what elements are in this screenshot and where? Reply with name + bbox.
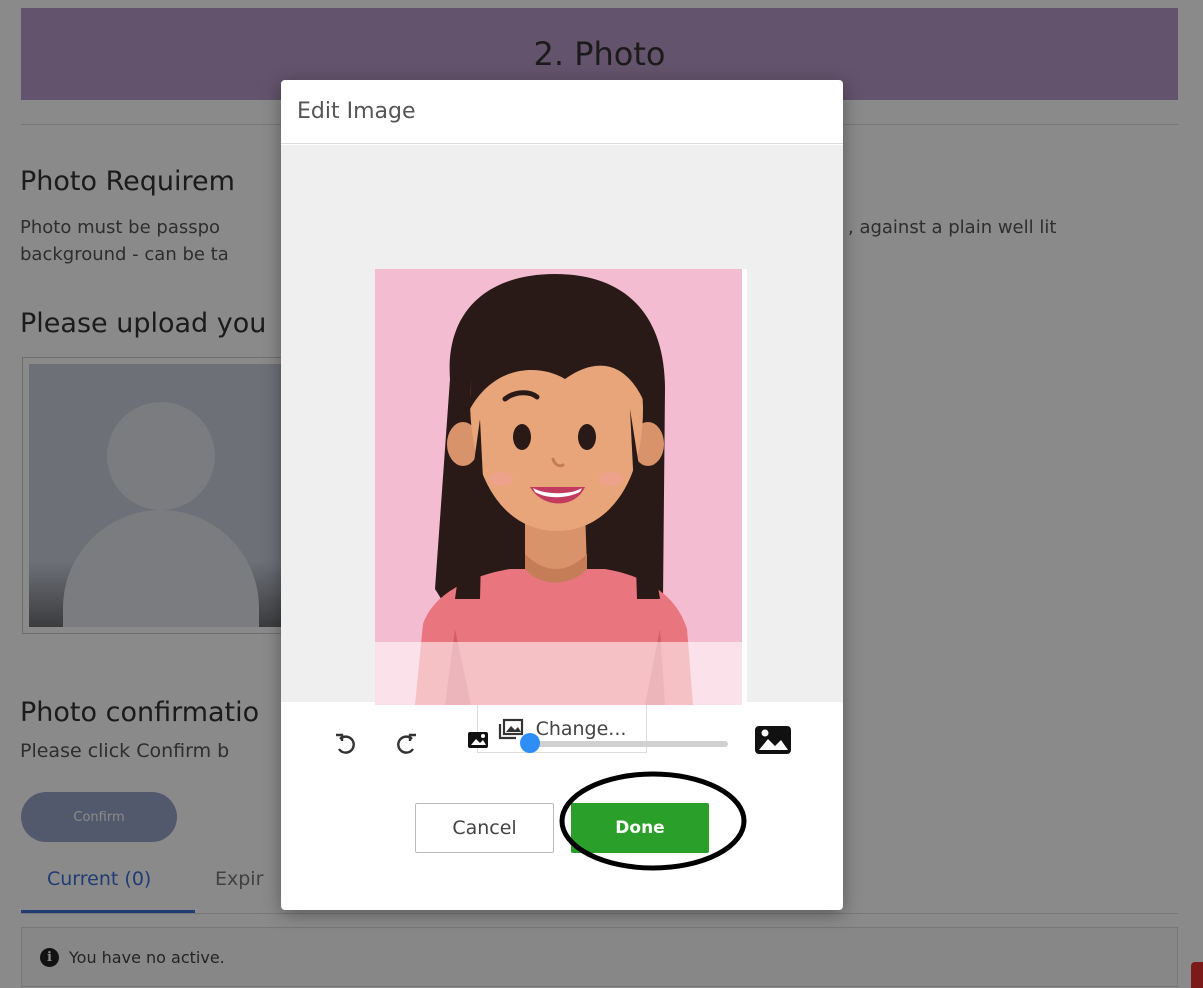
- edit-image-dialog: Edit Image Change... Cancel: [281, 80, 843, 910]
- crop-edge: [742, 269, 747, 705]
- cancel-button[interactable]: Cancel: [415, 803, 554, 853]
- image-editor-stage[interactable]: Change...: [281, 145, 843, 753]
- image-controls: [281, 702, 843, 792]
- photo-preview[interactable]: [375, 269, 742, 705]
- image-large-icon[interactable]: [753, 724, 793, 756]
- zoom-slider-thumb[interactable]: [520, 733, 540, 753]
- portrait-illustration: [375, 269, 742, 705]
- dialog-title: Edit Image: [297, 99, 416, 124]
- crop-shade: [375, 642, 742, 705]
- image-small-icon[interactable]: [466, 730, 490, 750]
- rotate-right-icon[interactable]: [395, 732, 419, 756]
- done-button[interactable]: Done: [571, 803, 709, 853]
- zoom-slider[interactable]: [530, 741, 728, 747]
- dialog-header: Edit Image: [281, 80, 843, 144]
- rotate-left-icon[interactable]: [333, 732, 357, 756]
